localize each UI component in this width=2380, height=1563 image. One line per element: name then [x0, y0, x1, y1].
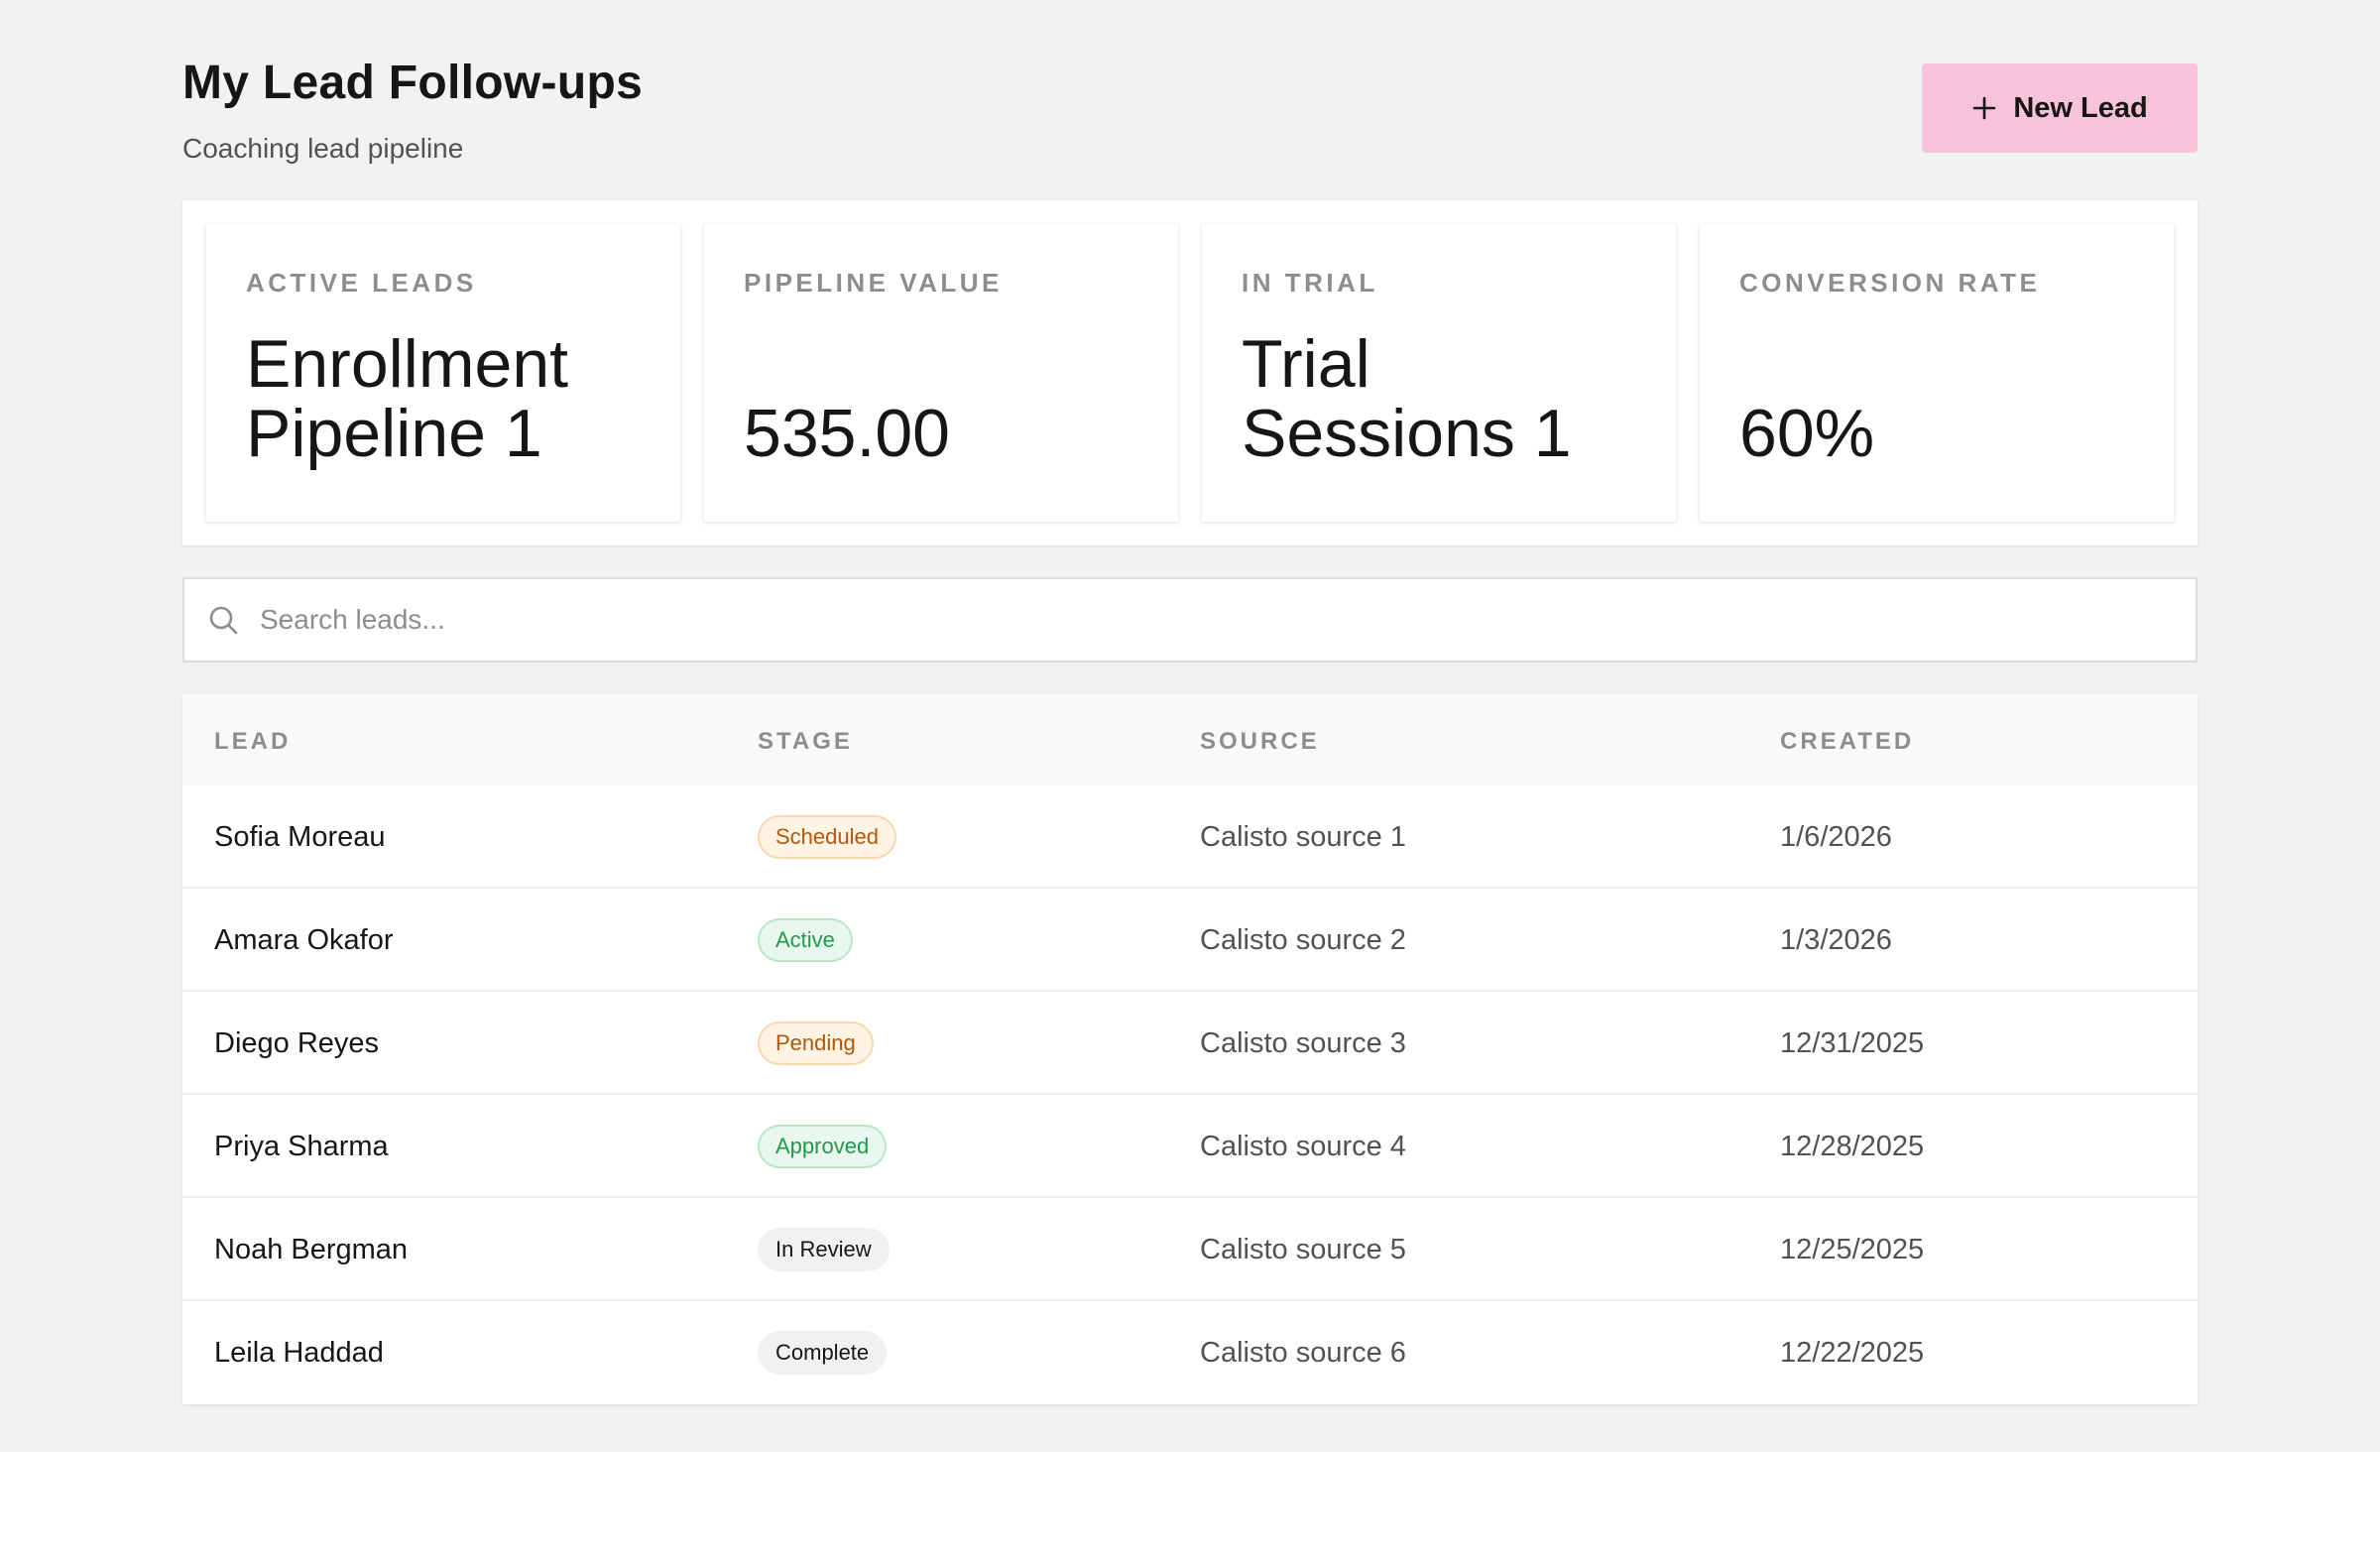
lead-name: Sofia Moreau	[214, 820, 386, 853]
created-date: 1/3/2026	[1780, 923, 1892, 956]
stage-cell: In Review	[758, 1198, 890, 1301]
kpi-label: PIPELINE VALUE	[744, 268, 1003, 298]
kpi-panel: ACTIVE LEADS Enrollment Pipeline 1 PIPEL…	[182, 200, 2198, 545]
table-row[interactable]: Priya Sharma Approved Calisto source 4 1…	[182, 1095, 2198, 1198]
lead-name: Noah Bergman	[214, 1233, 409, 1265]
lead-source: Calisto source 5	[1200, 1233, 1406, 1265]
lead-source: Calisto source 1	[1200, 820, 1406, 853]
page-subtitle: Coaching lead pipeline	[182, 133, 464, 164]
kpi-label: CONVERSION RATE	[1739, 268, 2041, 298]
stage-cell: Active	[758, 889, 853, 992]
lead-name: Leila Haddad	[214, 1336, 384, 1369]
status-badge: Complete	[758, 1331, 888, 1375]
lead-source: Calisto source 6	[1200, 1336, 1406, 1369]
status-badge: Active	[758, 918, 853, 962]
lead-name: Amara Okafor	[214, 923, 394, 956]
column-header-source[interactable]: SOURCE	[1200, 728, 1320, 756]
lead-name: Priya Sharma	[214, 1130, 389, 1162]
kpi-value: 60%	[1739, 396, 1875, 471]
table-row[interactable]: Sofia Moreau Scheduled Calisto source 1 …	[182, 785, 2198, 889]
leads-table: LEAD STAGE SOURCE CREATED Sofia Moreau S…	[182, 694, 2198, 1404]
new-lead-button-label: New Lead	[2013, 91, 2148, 124]
plus-icon	[1971, 95, 1997, 121]
stage-cell: Complete	[758, 1301, 888, 1404]
kpi-value: Trial Sessions 1	[1242, 326, 1572, 471]
stage-cell: Scheduled	[758, 785, 896, 889]
search-box	[182, 577, 2198, 662]
lead-name: Diego Reyes	[214, 1026, 380, 1059]
status-badge: Scheduled	[758, 815, 896, 859]
lead-source: Calisto source 3	[1200, 1026, 1406, 1059]
kpi-card-active-leads: ACTIVE LEADS Enrollment Pipeline 1	[206, 224, 680, 522]
created-date: 12/25/2025	[1780, 1233, 1925, 1265]
status-badge: Approved	[758, 1125, 888, 1168]
new-lead-button[interactable]: New Lead	[1922, 63, 2198, 153]
kpi-value: Enrollment Pipeline 1	[246, 326, 569, 471]
column-header-created[interactable]: CREATED	[1780, 728, 1914, 756]
kpi-value: 535.00	[744, 396, 950, 471]
status-badge: In Review	[758, 1228, 890, 1271]
table-row[interactable]: Noah Bergman In Review Calisto source 5 …	[182, 1198, 2198, 1301]
table-row[interactable]: Amara Okafor Active Calisto source 2 1/3…	[182, 889, 2198, 992]
kpi-card-pipeline-value: PIPELINE VALUE 535.00	[704, 224, 1178, 522]
page-title: My Lead Follow-ups	[182, 57, 644, 109]
kpi-card-conversion-rate: CONVERSION RATE 60%	[1700, 224, 2174, 522]
table-row[interactable]: Leila Haddad Complete Calisto source 6 1…	[182, 1301, 2198, 1404]
created-date: 1/6/2026	[1780, 820, 1892, 853]
stage-cell: Pending	[758, 992, 874, 1095]
page-header: My Lead Follow-ups Coaching lead pipelin…	[182, 50, 2198, 169]
lead-source: Calisto source 4	[1200, 1130, 1406, 1162]
column-header-lead[interactable]: LEAD	[214, 728, 291, 756]
lead-source: Calisto source 2	[1200, 923, 1406, 956]
status-badge: Pending	[758, 1022, 874, 1065]
main-content: My Lead Follow-ups Coaching lead pipelin…	[182, 0, 2198, 1452]
search-input[interactable]	[260, 579, 2144, 661]
kpi-card-in-trial: IN TRIAL Trial Sessions 1	[1202, 224, 1676, 522]
created-date: 12/22/2025	[1780, 1336, 1925, 1369]
stage-cell: Approved	[758, 1095, 888, 1198]
kpi-label: IN TRIAL	[1242, 268, 1378, 298]
kpi-label: ACTIVE LEADS	[246, 268, 477, 298]
created-date: 12/31/2025	[1780, 1026, 1925, 1059]
column-header-stage[interactable]: STAGE	[758, 728, 853, 756]
table-row[interactable]: Diego Reyes Pending Calisto source 3 12/…	[182, 992, 2198, 1095]
table-header: LEAD STAGE SOURCE CREATED	[182, 694, 2198, 785]
search-icon	[208, 605, 240, 642]
created-date: 12/28/2025	[1780, 1130, 1925, 1162]
